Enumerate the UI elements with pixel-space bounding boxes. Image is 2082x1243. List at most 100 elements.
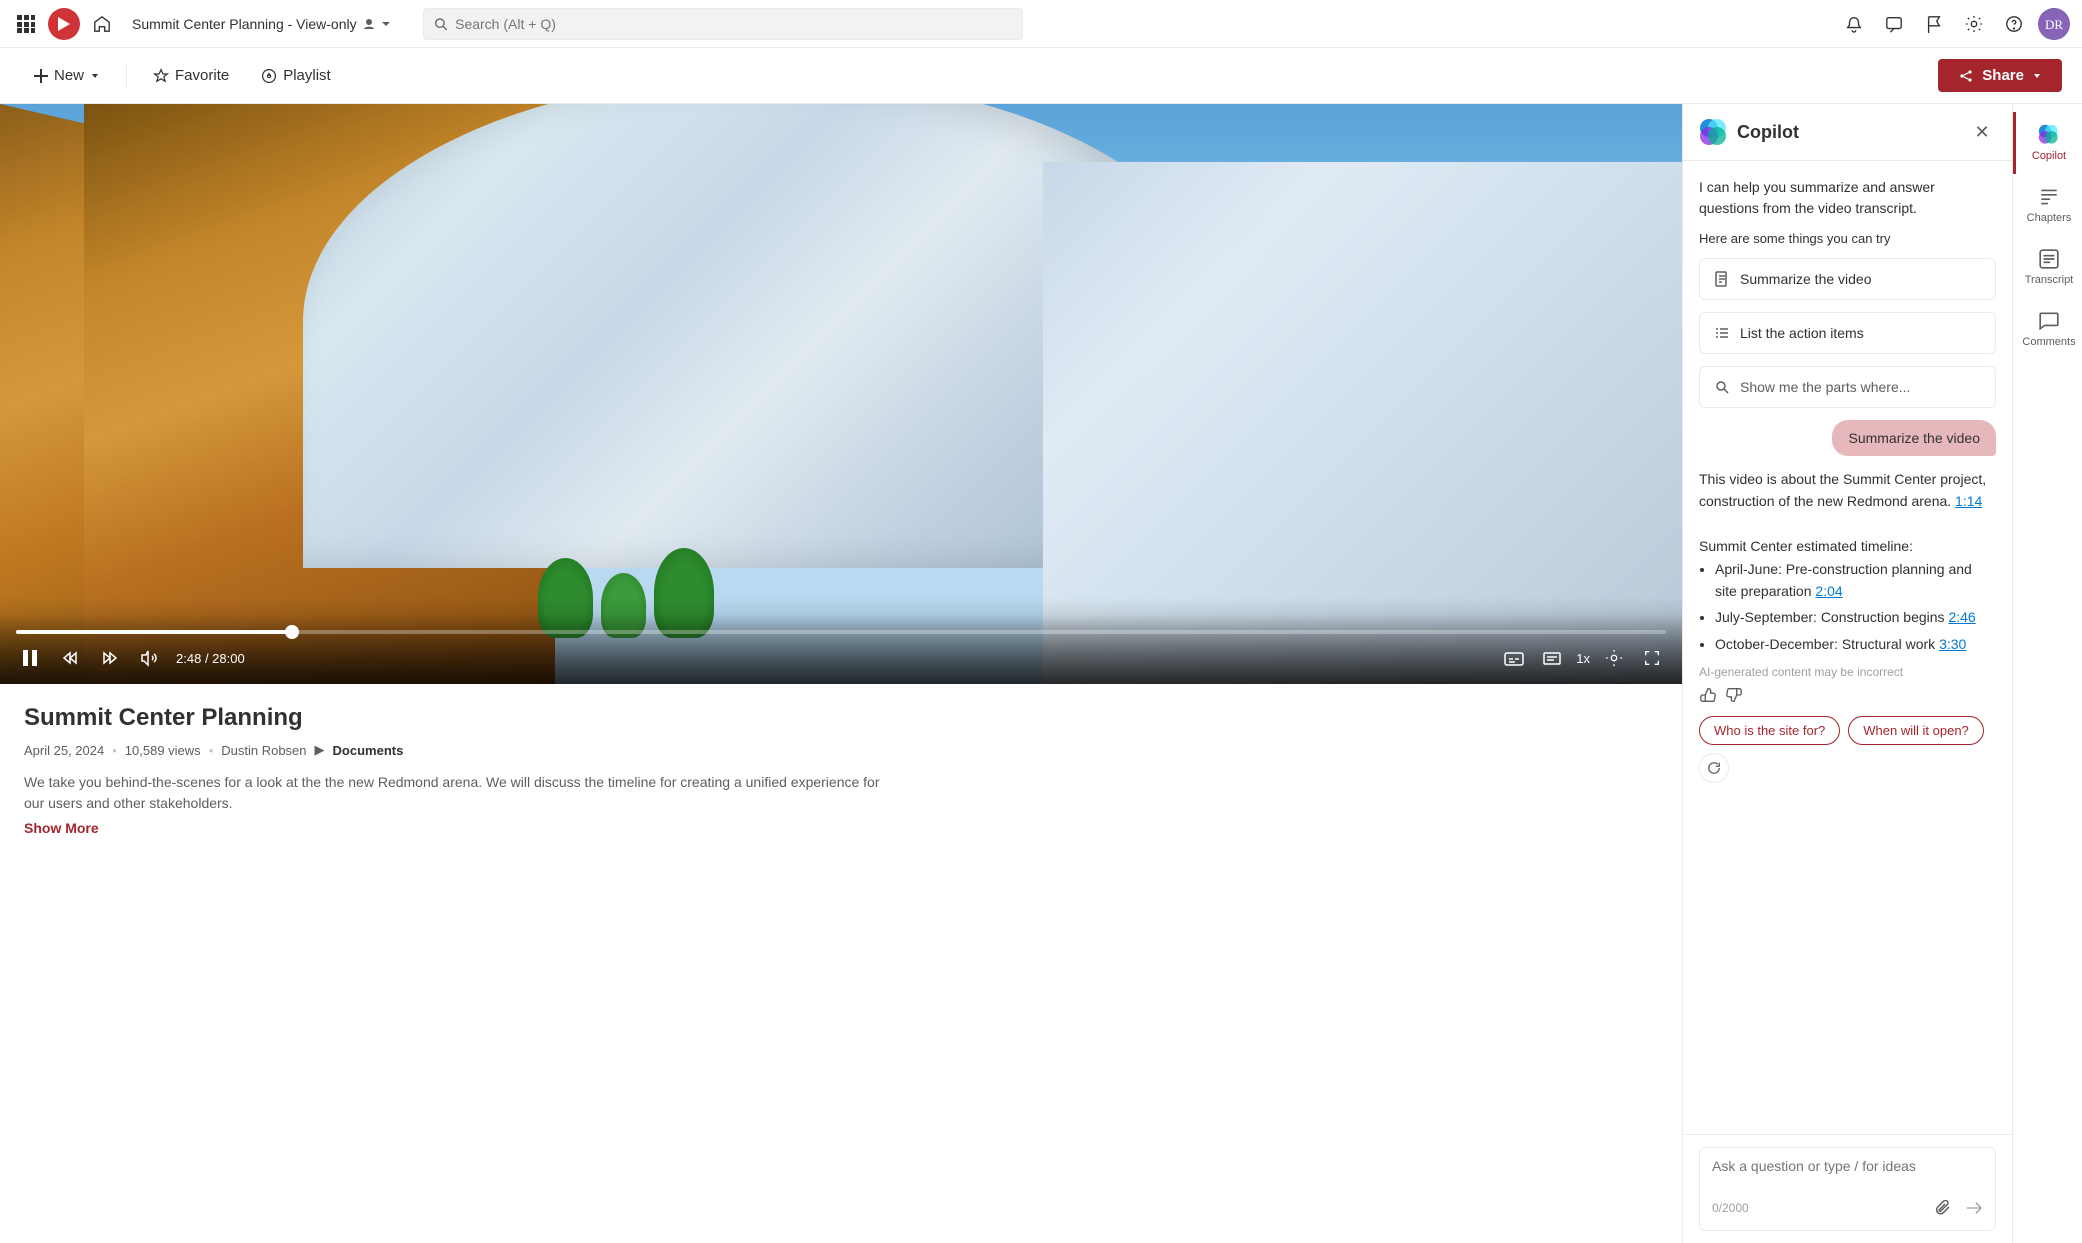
timeline-link-2[interactable]: 2:46 bbox=[1948, 609, 1975, 625]
ai-response: This video is about the Summit Center pr… bbox=[1699, 468, 1996, 704]
sidebar-item-chapters[interactable]: Chapters bbox=[2013, 174, 2082, 236]
input-actions bbox=[1935, 1196, 1983, 1220]
search-input[interactable] bbox=[455, 16, 1012, 32]
fullscreen-button[interactable] bbox=[1638, 644, 1666, 672]
doc-icon bbox=[1714, 271, 1730, 287]
flag-icon[interactable] bbox=[1918, 8, 1950, 40]
chevron-down-icon bbox=[381, 19, 391, 29]
speed-button[interactable]: 1x bbox=[1576, 651, 1590, 666]
copilot-title: Copilot bbox=[1737, 122, 1958, 143]
share-chevron-icon bbox=[2032, 71, 2042, 81]
meta-sep2: • bbox=[209, 743, 214, 758]
timeline-item-2: July-September: Construction begins 2:46 bbox=[1715, 606, 1996, 628]
rewind-button[interactable] bbox=[56, 644, 84, 672]
suggestion-summarize-label: Summarize the video bbox=[1740, 271, 1872, 287]
person-icon bbox=[363, 18, 375, 30]
grid-icon[interactable] bbox=[12, 10, 40, 38]
subtitle-button[interactable] bbox=[1538, 644, 1566, 672]
refresh-icon bbox=[1707, 761, 1721, 775]
new-label: New bbox=[54, 67, 84, 84]
closed-caption-button[interactable] bbox=[1500, 644, 1528, 672]
playlist-button[interactable]: Playlist bbox=[247, 61, 345, 90]
right-sidebar: Copilot Chapters Transcript Comments bbox=[2012, 104, 2082, 1243]
favorite-button[interactable]: Favorite bbox=[139, 61, 243, 90]
quick-reply-1[interactable]: Who is the site for? bbox=[1699, 716, 1840, 745]
video-player[interactable]: 2:48 / 28:00 1x bbox=[0, 104, 1682, 684]
video-thumbnail bbox=[0, 104, 1682, 684]
search-box[interactable] bbox=[423, 8, 1023, 40]
volume-button[interactable] bbox=[136, 644, 164, 672]
suggestion-action-label: List the action items bbox=[1740, 325, 1864, 341]
settings-video-button[interactable] bbox=[1600, 644, 1628, 672]
forward-button[interactable] bbox=[96, 644, 124, 672]
document-title-area[interactable]: Summit Center Planning - View-only bbox=[124, 12, 399, 36]
quick-reply-2[interactable]: When will it open? bbox=[1848, 716, 1984, 745]
user-message: Summarize the video bbox=[1832, 420, 1996, 456]
video-info: Summit Center Planning April 25, 2024 • … bbox=[0, 684, 1682, 1243]
playlist-label: Playlist bbox=[283, 67, 331, 84]
meta-sep1: • bbox=[112, 743, 117, 758]
attach-button[interactable] bbox=[1935, 1196, 1959, 1220]
timeline-link-3[interactable]: 3:30 bbox=[1939, 636, 1966, 652]
paperclip-icon bbox=[1935, 1200, 1951, 1216]
suggestion-action-items[interactable]: List the action items bbox=[1699, 312, 1996, 354]
copilot-try-label: Here are some things you can try bbox=[1699, 231, 1996, 246]
avatar[interactable] bbox=[2038, 8, 2070, 40]
breadcrumb-link[interactable]: Documents bbox=[333, 743, 404, 758]
sidebar-item-transcript[interactable]: Transcript bbox=[2013, 236, 2082, 298]
progress-bar[interactable] bbox=[16, 630, 1666, 634]
suggestion-summarize[interactable]: Summarize the video bbox=[1699, 258, 1996, 300]
breadcrumb-arrow: ▶ bbox=[315, 742, 325, 758]
thumbs-down-button[interactable] bbox=[1725, 686, 1743, 704]
home-icon[interactable] bbox=[88, 10, 116, 38]
timeline-link-1[interactable]: 2:04 bbox=[1815, 583, 1842, 599]
ai-disclaimer: AI-generated content may be incorrect bbox=[1699, 663, 1996, 682]
copilot-input[interactable] bbox=[1712, 1158, 1983, 1190]
nav-right-actions bbox=[1838, 8, 2070, 40]
notification-icon[interactable] bbox=[1838, 8, 1870, 40]
share-icon bbox=[1958, 68, 1974, 84]
avatar-image bbox=[2038, 8, 2070, 40]
suggestion-search[interactable]: Show me the parts where... bbox=[1699, 366, 1996, 408]
chapters-icon bbox=[2038, 186, 2060, 208]
thumbs-up-icon bbox=[1699, 686, 1717, 704]
sidebar-comments-label: Comments bbox=[2022, 336, 2075, 348]
char-count: 0/2000 bbox=[1712, 1201, 1749, 1215]
timeline-item-1: April-June: Pre-construction planning an… bbox=[1715, 558, 1996, 603]
share-button[interactable]: Share bbox=[1938, 59, 2062, 92]
response-link-1[interactable]: 1:14 bbox=[1955, 493, 1982, 509]
copilot-close-button[interactable]: ✕ bbox=[1968, 118, 1996, 146]
progress-thumb[interactable] bbox=[285, 625, 299, 639]
toolbar-separator bbox=[126, 64, 127, 88]
timeline-text-3: October-December: Structural work bbox=[1715, 636, 1935, 652]
refresh-button[interactable] bbox=[1699, 753, 1729, 783]
chat-icon[interactable] bbox=[1878, 8, 1910, 40]
timeline-text-2: July-September: Construction begins bbox=[1715, 609, 1945, 625]
video-title: Summit Center Planning bbox=[24, 704, 1658, 732]
video-area: 2:48 / 28:00 1x bbox=[0, 104, 1682, 1243]
send-button[interactable] bbox=[1965, 1196, 1983, 1220]
timeline-item-3: October-December: Structural work 3:30 bbox=[1715, 633, 1996, 655]
copilot-header: Copilot ✕ bbox=[1683, 104, 2012, 161]
copilot-panel: Copilot ✕ I can help you summarize and a… bbox=[1682, 104, 2012, 1243]
thumbs-down-icon bbox=[1725, 686, 1743, 704]
sidebar-item-comments[interactable]: Comments bbox=[2013, 298, 2082, 360]
search-icon bbox=[434, 17, 447, 31]
settings-icon[interactable] bbox=[1958, 8, 1990, 40]
input-box: 0/2000 bbox=[1699, 1147, 1996, 1231]
show-more-button[interactable]: Show More bbox=[24, 820, 99, 836]
timeline-list: April-June: Pre-construction planning an… bbox=[1715, 558, 1996, 656]
stream-logo[interactable] bbox=[48, 8, 80, 40]
new-button[interactable]: New bbox=[20, 61, 114, 90]
transcript-icon bbox=[2038, 248, 2060, 270]
sidebar-item-copilot[interactable]: Copilot bbox=[2013, 112, 2082, 174]
suggestion-search-label: Show me the parts where... bbox=[1740, 379, 1910, 395]
comments-icon bbox=[2038, 310, 2060, 332]
search-small-icon bbox=[1714, 379, 1730, 395]
video-metadata: April 25, 2024 • 10,589 views • Dustin R… bbox=[24, 742, 1658, 758]
thumbs-up-button[interactable] bbox=[1699, 686, 1717, 704]
chevron-down-small-icon bbox=[90, 71, 100, 81]
pause-button[interactable] bbox=[16, 644, 44, 672]
help-icon[interactable] bbox=[1998, 8, 2030, 40]
share-label: Share bbox=[1982, 67, 2024, 84]
